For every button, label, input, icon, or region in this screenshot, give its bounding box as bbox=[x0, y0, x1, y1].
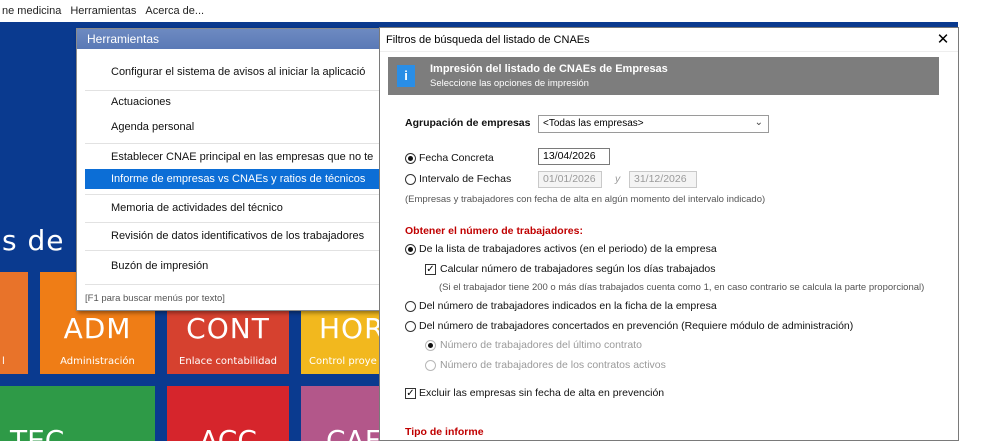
opt-activos-label: De la lista de trabajadores activos (en … bbox=[419, 243, 717, 255]
chk-calcular-label: Calcular número de trabajadores según lo… bbox=[440, 263, 716, 275]
menu-herramientas[interactable]: Herramientas bbox=[70, 5, 136, 17]
workers-section-title: Obtener el número de trabajadores: bbox=[405, 225, 583, 237]
tools-menu-title: Herramientas bbox=[77, 29, 385, 49]
checkbox-calcular[interactable]: ✓ bbox=[425, 264, 436, 275]
tool-item-agenda[interactable]: Agenda personal bbox=[85, 117, 385, 137]
opt-ficha-label: Del número de trabajadores indicados en … bbox=[419, 300, 717, 312]
intervalo-note: (Empresas y trabajadores con fecha de al… bbox=[405, 194, 766, 205]
tool-item-buzon[interactable]: Buzón de impresión bbox=[85, 256, 385, 276]
intervalo-separator: y bbox=[615, 173, 621, 185]
fecha-concreta-field[interactable]: 13/04/2026 bbox=[538, 148, 610, 165]
tile-code: CONT bbox=[186, 312, 270, 345]
menu-acerca[interactable]: Acerca de... bbox=[145, 5, 204, 17]
separator bbox=[85, 90, 385, 91]
chevron-down-icon: ⌄ bbox=[754, 117, 763, 128]
chk-excluir-label: Excluir las empresas sin fecha de alta e… bbox=[419, 387, 665, 399]
radio-contratos-activos[interactable] bbox=[425, 360, 436, 371]
fecha-concreta-label: Fecha Concreta bbox=[419, 152, 494, 164]
radio-ficha-empresa[interactable] bbox=[405, 301, 416, 312]
close-icon[interactable]: ✕ bbox=[934, 31, 952, 49]
tool-item-revision[interactable]: Revisión de datos identificativos de los… bbox=[85, 226, 385, 246]
separator bbox=[85, 250, 385, 251]
sub-ultimo-label: Número de trabajadores del último contra… bbox=[440, 339, 642, 351]
intervalo-to-field[interactable]: 31/12/2026 bbox=[629, 171, 697, 188]
tile-tec[interactable]: TEC bbox=[0, 386, 155, 441]
radio-concertados[interactable] bbox=[405, 321, 416, 332]
banner-title: Impresión del listado de CNAEs de Empres… bbox=[430, 63, 668, 75]
dialog-banner: i Impresión del listado de CNAEs de Empr… bbox=[388, 57, 939, 95]
tile-name: l bbox=[2, 356, 5, 367]
tool-item-cnae-principal[interactable]: Establecer CNAE principal en las empresa… bbox=[85, 147, 385, 167]
banner-subtitle: Seleccione las opciones de impresión bbox=[430, 78, 589, 89]
tile-code: ACC bbox=[199, 424, 257, 441]
menubar: ne medicina Herramientas Acerca de... bbox=[0, 0, 995, 22]
info-icon: i bbox=[397, 65, 415, 87]
separator bbox=[85, 194, 385, 195]
tools-search-hint: [F1 para buscar menús por texto] bbox=[85, 293, 225, 304]
tile-acc[interactable]: ACC bbox=[167, 386, 289, 441]
radio-fecha-concreta[interactable] bbox=[405, 153, 416, 164]
checkbox-excluir[interactable]: ✓ bbox=[405, 388, 416, 399]
radio-intervalo[interactable] bbox=[405, 174, 416, 185]
sub-activos-label: Número de trabajadores de los contratos … bbox=[440, 359, 666, 371]
tile-code: TEC bbox=[10, 424, 65, 441]
tools-menu: Herramientas Configurar el sistema de av… bbox=[76, 28, 386, 311]
desktop-title: s de bbox=[2, 224, 65, 257]
tile-partial[interactable]: l bbox=[0, 272, 28, 374]
tile-code: ADM bbox=[63, 312, 132, 345]
intervalo-from-field[interactable]: 01/01/2026 bbox=[538, 171, 602, 188]
agrupacion-select[interactable]: <Todas las empresas> ⌄ bbox=[538, 115, 769, 133]
radio-trabajadores-activos[interactable] bbox=[405, 244, 416, 255]
opt-concertados-label: Del número de trabajadores concertados e… bbox=[419, 320, 854, 332]
filter-dialog: Filtros de búsqueda del listado de CNAEs… bbox=[379, 27, 959, 441]
tile-name: Enlace contabilidad bbox=[179, 356, 277, 367]
separator bbox=[85, 143, 385, 144]
menu-medicina[interactable]: ne medicina bbox=[2, 5, 61, 17]
agrupacion-label: Agrupación de empresas bbox=[405, 117, 531, 129]
tool-item-actuaciones[interactable]: Actuaciones bbox=[85, 92, 385, 112]
separator bbox=[85, 284, 385, 285]
calcular-note: (Si el trabajador tiene 200 o más días t… bbox=[439, 282, 925, 293]
tipo-informe-title: Tipo de informe bbox=[405, 426, 484, 438]
agrupacion-value: <Todas las empresas> bbox=[543, 118, 644, 129]
radio-ultimo-contrato[interactable] bbox=[425, 340, 436, 351]
tool-item-memoria[interactable]: Memoria de actividades del técnico bbox=[85, 198, 385, 218]
tool-item-avisos[interactable]: Configurar el sistema de avisos al inici… bbox=[85, 62, 385, 82]
tile-name: Administración bbox=[60, 356, 135, 367]
tool-item-informe-cnaes[interactable]: Informe de empresas vs CNAEs y ratios de… bbox=[85, 169, 385, 189]
separator bbox=[85, 222, 385, 223]
dialog-title: Filtros de búsqueda del listado de CNAEs bbox=[380, 28, 958, 52]
intervalo-label: Intervalo de Fechas bbox=[419, 173, 512, 185]
